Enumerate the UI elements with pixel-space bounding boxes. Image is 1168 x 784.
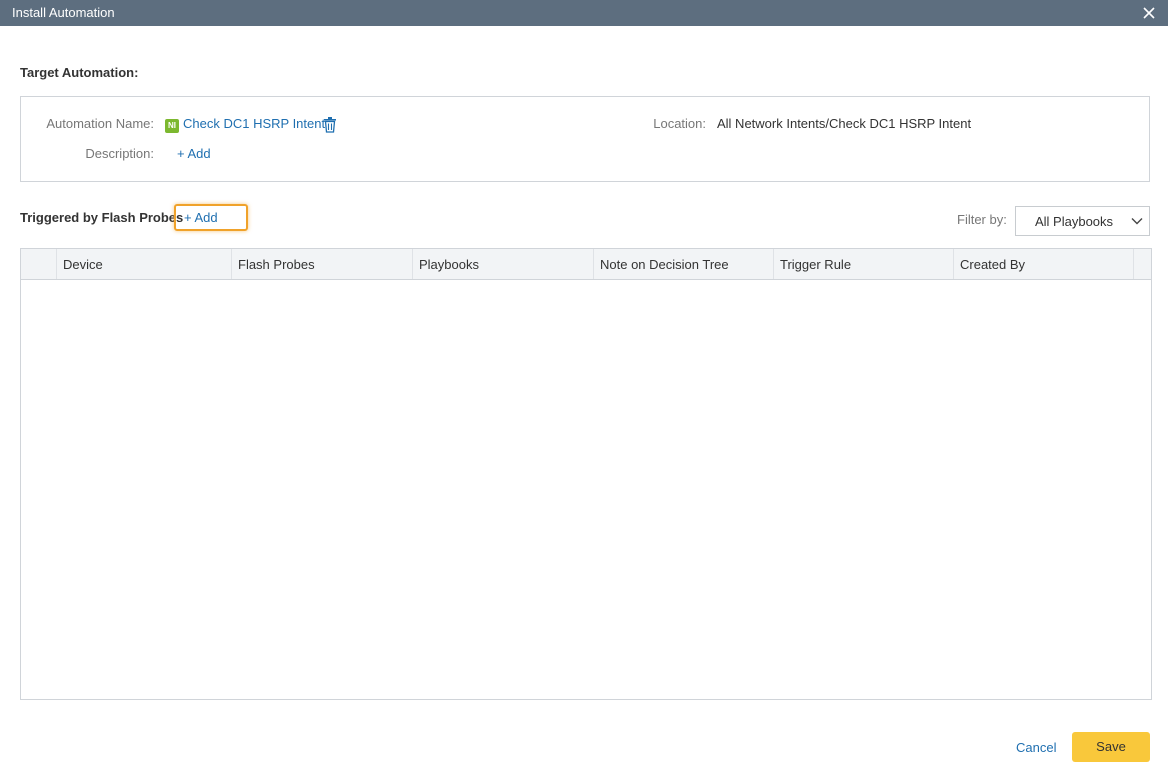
network-intent-badge: NI: [165, 119, 179, 133]
close-icon[interactable]: [1138, 2, 1160, 24]
playbook-filter-select[interactable]: All Playbooks: [1015, 206, 1150, 236]
location-label: Location:: [653, 116, 706, 131]
automation-name-label: Automation Name:: [46, 116, 154, 131]
add-flash-probe-button[interactable]: + Add: [174, 204, 248, 231]
title-bar: Install Automation: [0, 0, 1168, 26]
table-header-select-cell: [21, 249, 57, 279]
window-title: Install Automation: [12, 5, 115, 20]
automation-name-link[interactable]: Check DC1 HSRP Intent: [183, 116, 325, 131]
location-value: All Network Intents/Check DC1 HSRP Inten…: [717, 116, 972, 131]
cancel-button[interactable]: Cancel: [1016, 740, 1056, 755]
column-header-note-on-decision-tree[interactable]: Note on Decision Tree: [594, 249, 774, 279]
table-header: Device Flash Probes Playbooks Note on De…: [21, 249, 1151, 280]
filter-selected-value: All Playbooks: [1035, 214, 1114, 229]
table-body: [21, 280, 1151, 699]
save-button[interactable]: Save: [1072, 732, 1150, 762]
triggered-by-heading: Triggered by Flash Probes: [20, 210, 184, 225]
target-automation-panel: Automation Name: NI Check DC1 HSRP Inten…: [20, 96, 1150, 182]
description-label: Description:: [85, 146, 154, 161]
column-header-flash-probes[interactable]: Flash Probes: [232, 249, 413, 279]
chevron-down-icon: [1131, 215, 1143, 227]
description-add-link[interactable]: + Add: [177, 146, 211, 161]
target-automation-heading: Target Automation:: [20, 65, 139, 80]
column-header-device[interactable]: Device: [57, 249, 232, 279]
column-header-created-by[interactable]: Created By: [954, 249, 1134, 279]
trash-icon[interactable]: [323, 117, 337, 133]
column-header-playbooks[interactable]: Playbooks: [413, 249, 594, 279]
column-header-trigger-rule[interactable]: Trigger Rule: [774, 249, 954, 279]
filter-by-label: Filter by:: [957, 212, 1007, 227]
flash-probes-table: Device Flash Probes Playbooks Note on De…: [20, 248, 1152, 700]
